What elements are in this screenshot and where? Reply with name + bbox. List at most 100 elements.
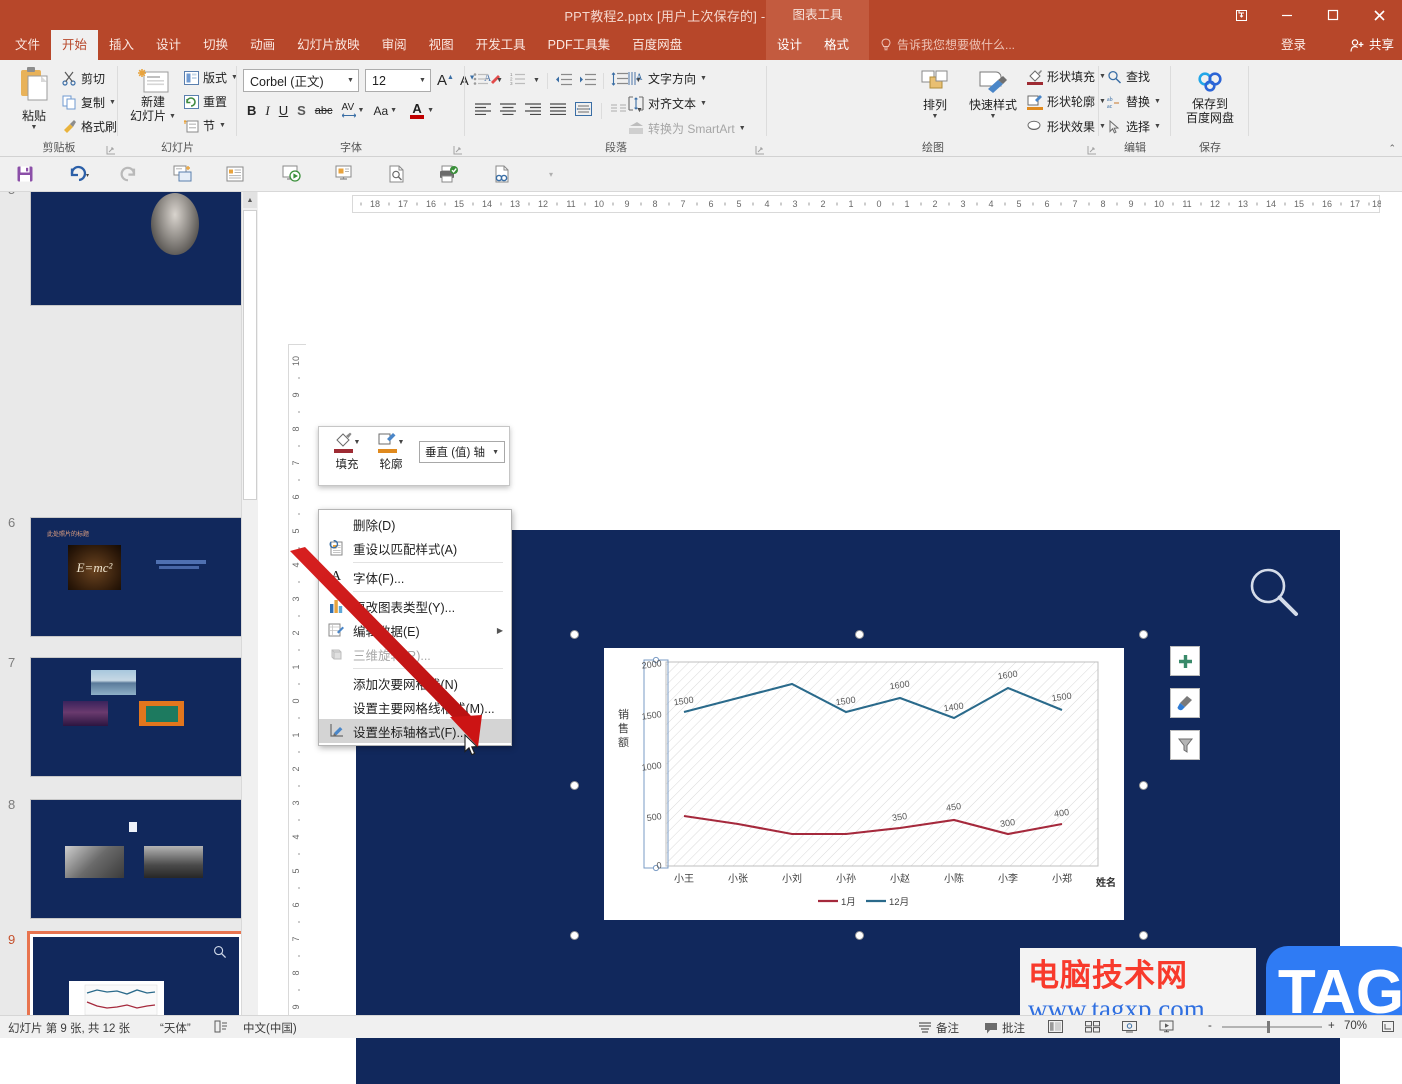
fill-caret-icon[interactable]: ▼ — [354, 439, 361, 446]
tab-animations[interactable]: 动画 — [239, 30, 286, 60]
menu-item-add-minor-gridlines[interactable]: 添加次要网格线(N) — [319, 671, 511, 695]
menu-item-format-major-gridlines[interactable]: 设置主要网格线格式(M)... — [319, 695, 511, 719]
new-slide-button[interactable]: 新建 幻灯片 ▼ — [126, 68, 180, 124]
align-right-button[interactable] — [525, 103, 541, 118]
menu-item-reset-to-match-style[interactable]: 重设以匹配样式(A) — [319, 536, 511, 560]
hyperlink-icon[interactable] — [491, 163, 513, 185]
zoom-out-button[interactable]: - — [1208, 1020, 1212, 1032]
thumbnail-slide-6[interactable]: 6 此处照片的标题 E=mc² — [8, 515, 242, 637]
font-size-combobox[interactable]: 12 ▼ — [365, 69, 431, 92]
align-text-caret-icon[interactable]: ▼ — [700, 100, 707, 107]
menu-item-delete[interactable]: 删除(D) — [319, 512, 511, 536]
menu-item-edit-data[interactable]: 编辑数据(E) ▶ — [319, 618, 511, 642]
tab-slideshow[interactable]: 幻灯片放映 — [286, 30, 371, 60]
maximize-icon[interactable] — [1310, 0, 1356, 30]
chart-elements-button[interactable] — [1170, 646, 1200, 676]
context-menu[interactable]: 删除(D) 重设以匹配样式(A) A 字体(F)... 更改图表类型(Y)...… — [318, 509, 512, 746]
columns-button[interactable] — [611, 103, 627, 118]
paragraph-dialog-launcher[interactable] — [755, 144, 765, 155]
arrange-caret-icon[interactable]: ▼ — [932, 113, 939, 121]
distribute-text-button[interactable] — [575, 102, 592, 119]
font-name-combobox[interactable]: Corbel (正文) ▼ — [243, 69, 359, 92]
menu-item-change-chart-type[interactable]: 更改图表类型(Y)... — [319, 594, 511, 618]
clipboard-dialog-launcher[interactable] — [106, 144, 116, 155]
find-button[interactable]: 查找 — [1107, 68, 1150, 85]
text-direction-button[interactable]: A 文字方向 ▼ — [628, 70, 707, 87]
character-spacing-button[interactable]: AV ▼ — [341, 103, 365, 118]
resize-handle-mr[interactable] — [1139, 781, 1148, 790]
sign-in-button[interactable]: 登录 — [1281, 30, 1306, 60]
comments-button[interactable]: 批注 — [984, 1020, 1025, 1036]
paste-caret-icon[interactable]: ▼ — [8, 124, 60, 131]
shape-fill-button[interactable]: 形状填充 ▼ — [1027, 68, 1106, 85]
select-button[interactable]: 选择 ▼ — [1107, 118, 1161, 135]
drawing-dialog-launcher[interactable] — [1087, 144, 1097, 155]
align-left-button[interactable] — [475, 103, 491, 118]
slideshow-from-start-icon[interactable] — [281, 163, 303, 185]
redo-icon[interactable] — [117, 163, 139, 185]
new-slide-icon[interactable] — [172, 163, 194, 185]
notes-icon[interactable] — [224, 163, 246, 185]
font-color-caret-icon[interactable]: ▼ — [427, 107, 434, 114]
numbering-caret-icon[interactable]: ▼ — [533, 77, 540, 84]
cut-button[interactable]: 剪切 — [62, 70, 105, 87]
restore-down-icon[interactable] — [1218, 0, 1264, 30]
font-color-button[interactable]: A ▼ — [410, 102, 434, 119]
change-case-button[interactable]: Aa ▼ — [373, 104, 397, 118]
menu-item-3d-rotation[interactable]: 三维旋转(R)... — [319, 642, 511, 666]
theme-status[interactable]: “天体” — [160, 1020, 191, 1036]
increase-indent-button[interactable] — [579, 73, 596, 89]
italic-button[interactable]: I — [265, 103, 269, 119]
align-center-button[interactable] — [500, 103, 516, 118]
view-normal-button[interactable] — [1048, 1020, 1063, 1033]
chart-styles-button[interactable] — [1170, 688, 1200, 718]
minimize-icon[interactable] — [1264, 0, 1310, 30]
select-caret-icon[interactable]: ▼ — [1154, 123, 1161, 130]
copy-caret-icon[interactable]: ▼ — [109, 99, 116, 106]
text-direction-caret-icon[interactable]: ▼ — [700, 75, 707, 82]
replace-button[interactable]: ab ac 替换 ▼ — [1107, 93, 1161, 110]
outline-caret-icon[interactable]: ▼ — [398, 439, 405, 446]
slide-thumbnail-panel[interactable]: 5 6 此处照片的标题 E=mc² 7 — [0, 192, 258, 1037]
bullets-button[interactable] — [473, 72, 489, 89]
font-dialog-launcher[interactable] — [453, 144, 463, 155]
fill-button[interactable]: ▼ 填充 — [325, 432, 369, 472]
zoom-slider-track[interactable] — [1222, 1026, 1322, 1028]
view-slideshow-button[interactable] — [1159, 1020, 1174, 1033]
chart-element-selector-caret-icon[interactable]: ▼ — [492, 449, 499, 456]
tab-transitions[interactable]: 切换 — [192, 30, 239, 60]
tab-file[interactable]: 文件 — [4, 30, 51, 60]
thumbnail-slide-5[interactable]: 5 — [8, 192, 242, 306]
customize-qat-icon[interactable]: ▾ — [540, 163, 562, 185]
shape-outline-button[interactable]: 形状轮廓 ▼ — [1027, 93, 1106, 110]
zoom-slider-knob[interactable] — [1267, 1021, 1270, 1033]
convert-to-smartart-button[interactable]: 转换为 SmartArt ▼ — [628, 120, 746, 137]
outline-button[interactable]: ▼ 轮廓 — [369, 432, 413, 472]
scroll-up-icon[interactable]: ▲ — [243, 192, 257, 208]
character-spacing-caret-icon[interactable]: ▼ — [358, 107, 365, 114]
resize-handle-bc[interactable] — [855, 931, 864, 940]
close-icon[interactable] — [1356, 0, 1402, 30]
tab-chart-design[interactable]: 设计 — [766, 30, 813, 60]
chart-filters-button[interactable] — [1170, 730, 1200, 760]
justify-button[interactable] — [550, 103, 566, 118]
zoom-level-label[interactable]: 70% — [1344, 1020, 1367, 1032]
tab-baidu-netdisk[interactable]: 百度网盘 — [621, 30, 693, 60]
menu-item-font[interactable]: A 字体(F)... — [319, 565, 511, 589]
line-spacing-button[interactable] — [611, 72, 628, 89]
bold-button[interactable]: B — [247, 103, 256, 118]
tab-home[interactable]: 开始 — [51, 30, 99, 60]
accessibility-icon[interactable] — [214, 1020, 228, 1033]
thumbnail-slide-7[interactable]: 7 — [8, 655, 242, 777]
tab-review[interactable]: 审阅 — [371, 30, 418, 60]
notes-button[interactable]: 备注 — [918, 1020, 959, 1036]
section-caret-icon[interactable]: ▼ — [219, 122, 226, 129]
align-text-button[interactable]: 对齐文本 ▼ — [628, 95, 707, 112]
resize-handle-tl[interactable] — [570, 630, 579, 639]
numbering-button[interactable]: 123 — [510, 72, 526, 89]
increase-font-size-button[interactable]: A▲ — [437, 72, 454, 89]
fit-slide-icon[interactable] — [1381, 1020, 1395, 1033]
strikethrough-button[interactable]: abc — [315, 105, 333, 117]
tab-pdf-tools[interactable]: PDF工具集 — [537, 30, 622, 60]
tab-view[interactable]: 视图 — [418, 30, 465, 60]
